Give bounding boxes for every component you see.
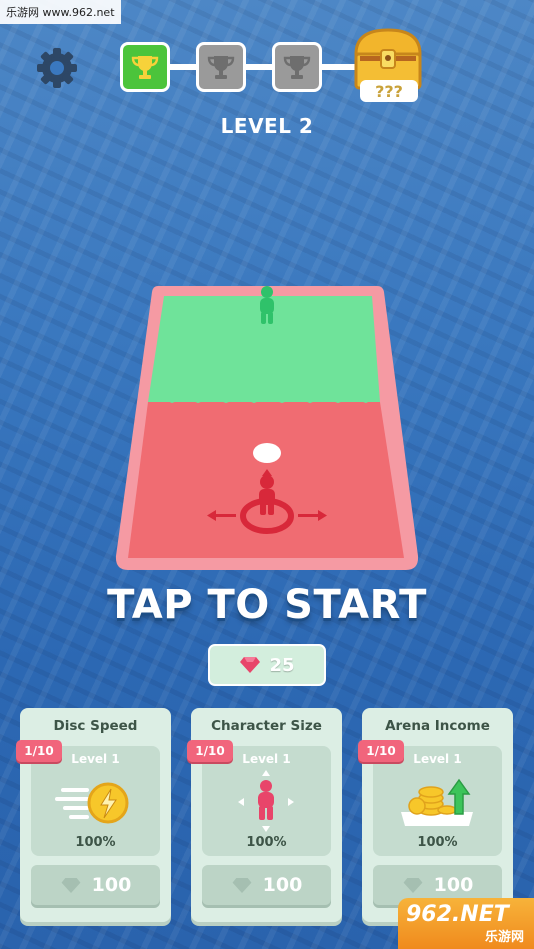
gem-icon: [240, 657, 261, 673]
buy-disc-speed-button[interactable]: 100: [31, 865, 160, 905]
character-size-icon: [238, 770, 294, 832]
coins-income-icon: [401, 778, 473, 826]
card-panel: Level 1 100%: [373, 746, 502, 856]
gem-icon: [61, 877, 81, 893]
level-badge: 1/10: [358, 740, 404, 762]
upgrade-card-arena-income: Arena Income Level 1 100% 1/10 100: [358, 708, 513, 922]
gem-icon: [403, 877, 423, 893]
buy-character-size-button[interactable]: 100: [202, 865, 331, 905]
card-panel: Level 1 100%: [31, 746, 160, 856]
card-title: Character Size: [211, 718, 322, 734]
tap-to-start-prompt[interactable]: TAP TO START: [0, 582, 534, 628]
upgrade-cost: 100: [433, 874, 474, 896]
card-panel: Level 1 100%: [202, 746, 331, 856]
card-percent: 100%: [246, 835, 287, 850]
level-badge: 1/10: [187, 740, 233, 762]
logo-text: 962.NET: [406, 902, 509, 927]
card-percent: 100%: [417, 835, 458, 850]
level-badge: 1/10: [16, 740, 62, 762]
upgrade-card-disc-speed: Disc Speed Level 1 100% 1/10 100: [16, 708, 171, 922]
lightning-coin-icon: [55, 782, 129, 824]
gem-counter: 25: [208, 644, 326, 686]
game-arena[interactable]: [0, 0, 534, 600]
disc: [253, 443, 281, 463]
upgrade-cost: 100: [91, 874, 132, 896]
site-logo: 962.NET 乐游网: [398, 898, 534, 949]
logo-name: 乐游网: [484, 930, 524, 945]
gem-icon: [232, 877, 252, 893]
gem-count: 25: [269, 654, 295, 676]
card-title: Disc Speed: [53, 718, 138, 734]
upgrade-cost: 100: [262, 874, 303, 896]
card-title: Arena Income: [385, 718, 490, 734]
card-percent: 100%: [75, 835, 116, 850]
upgrade-card-character-size: Character Size Level 1 100% 1/10 100: [187, 708, 342, 922]
